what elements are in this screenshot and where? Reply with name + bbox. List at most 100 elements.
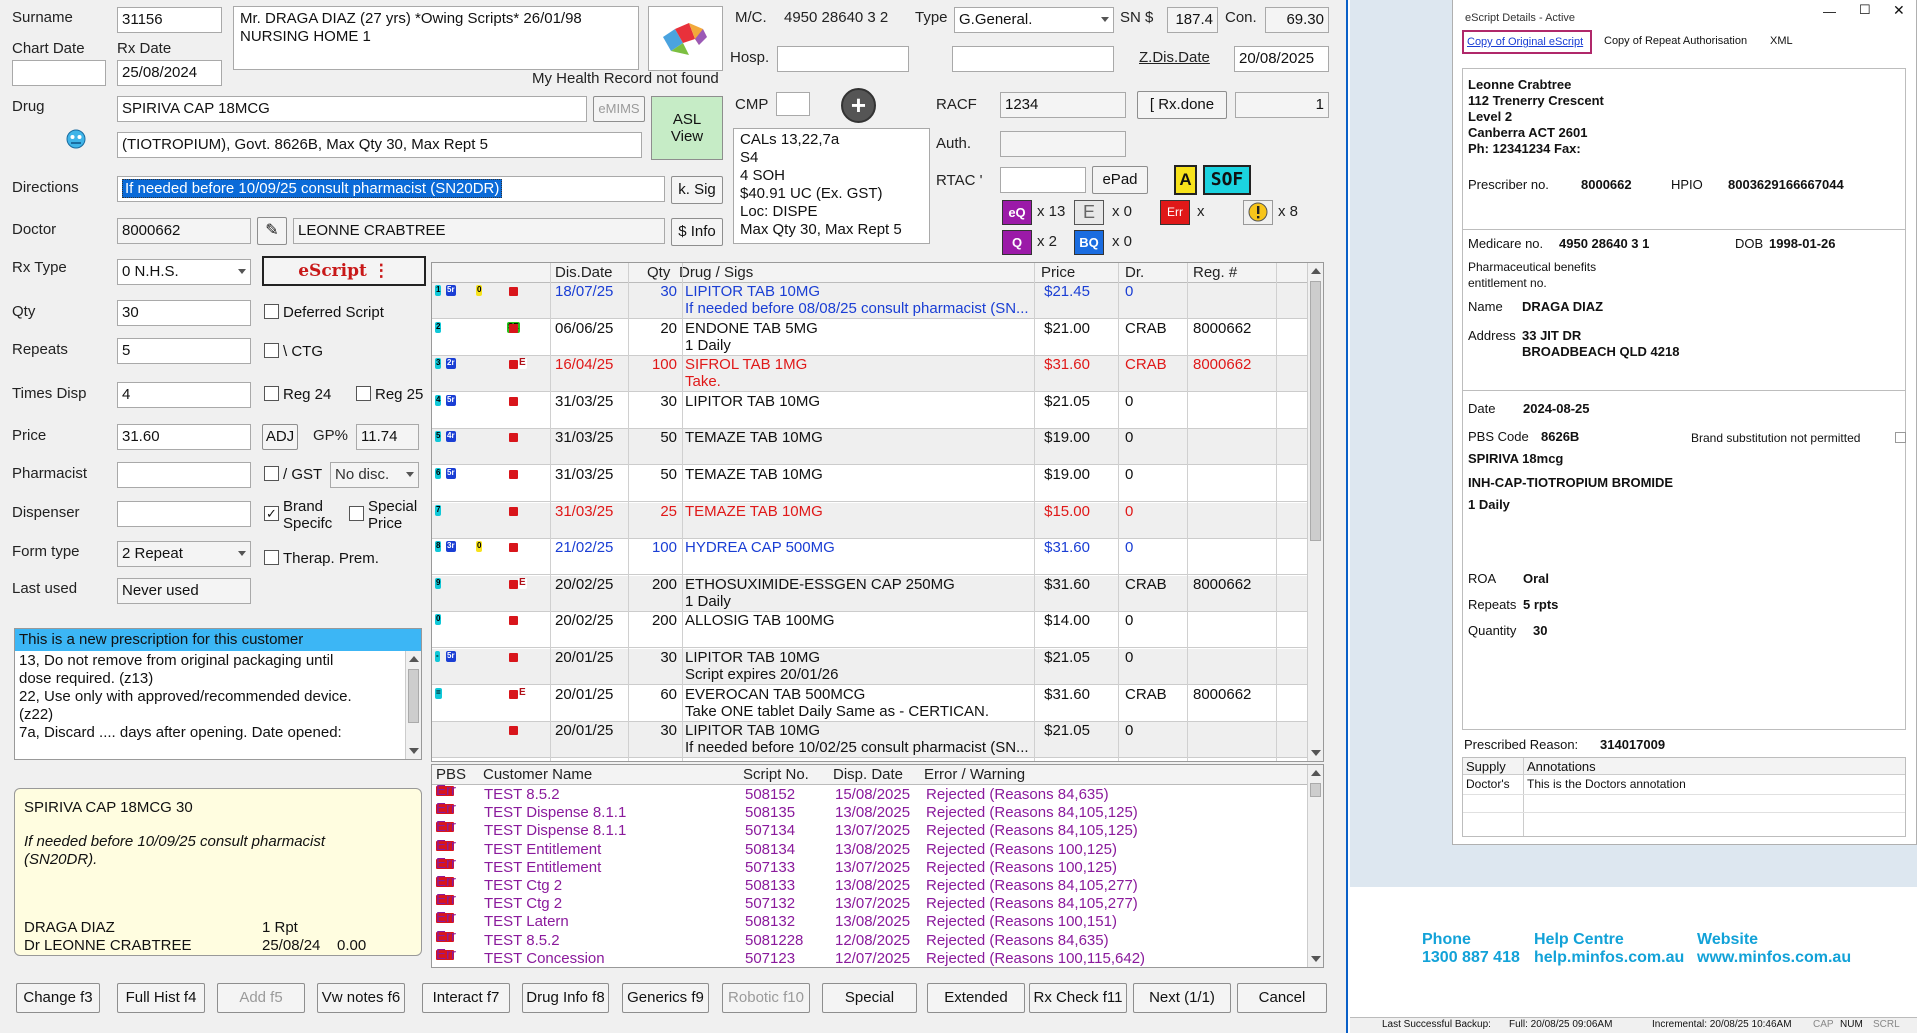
toolbar-button-7[interactable]: Robotic f10 [722, 983, 810, 1013]
cmp-input[interactable] [776, 92, 810, 116]
col-qty[interactable]: Qty [647, 264, 670, 281]
history-row[interactable]: 1 5r 0 18/07/25 30 LIPITOR TAB 10MG If needed … [432, 283, 1312, 319]
therap-prem-checkbox[interactable]: Therap. Prem. [264, 550, 379, 567]
history-scrollbar[interactable] [1307, 263, 1323, 761]
rx-type-select[interactable]: 0 N.H.S. [117, 259, 251, 285]
brand-specific-checkbox[interactable]: ✓ Brand Specifc [264, 498, 332, 532]
history-row[interactable]: 9 E 20/02/25 200 ETHOSUXIMIDE-ESSGEN CAP 250… [432, 575, 1312, 612]
my-health-record-logo[interactable] [648, 6, 723, 71]
notes-scrollbar[interactable] [405, 651, 421, 759]
history-row[interactable]: 8 3r 0 21/02/25 100 HYDREA CAP 500MG $31.60 0 [432, 539, 1312, 576]
history-grid[interactable]: Dis.Date Qty Drug / Sigs Price Dr. Reg. … [431, 262, 1324, 762]
history-row[interactable]: 5 4r 31/03/25 50 TEMAZE TAB 10MG $19.00 0 [432, 429, 1312, 466]
toolbar-button-2[interactable]: Add f5 [217, 983, 305, 1013]
col-reg[interactable]: Reg. # [1193, 264, 1237, 281]
e-badge[interactable]: E [1074, 200, 1104, 225]
error-scrollbar[interactable] [1307, 765, 1323, 967]
pharmacist-input[interactable] [117, 462, 251, 488]
col-price[interactable]: Price [1041, 264, 1075, 281]
error-row[interactable]: Err TEST Dispense 8.1.1 507134 13/07/2025 Re… [432, 819, 1312, 840]
error-row[interactable]: Err TEST 8.5.2 5081228 12/08/2025 Rejected (… [432, 929, 1312, 950]
history-row[interactable]: 3 2r E 16/04/25 100 SIFROL TAB 1MG Take. $31.60… [432, 356, 1312, 393]
tab-xml[interactable]: XML [1770, 35, 1793, 47]
bq-badge[interactable]: BQ [1074, 230, 1104, 255]
toolbar-button-10[interactable]: Rx Check f11 [1029, 983, 1127, 1013]
error-row[interactable]: Err TEST Dispense 8.1.1 508135 13/08/2025 Re… [432, 801, 1312, 822]
form-type-select[interactable]: 2 Repeat [117, 541, 251, 567]
eq-badge[interactable]: eQ [1002, 200, 1032, 225]
history-row[interactable]: 6 5r 31/03/25 50 TEMAZE TAB 10MG $19.00 0 [432, 466, 1312, 502]
type-select[interactable]: G.General. [954, 7, 1114, 33]
sof-badge[interactable]: SOF [1203, 165, 1251, 195]
toolbar-button-11[interactable]: Next (1/1) [1133, 983, 1231, 1013]
website-link[interactable]: www.minfos.com.au [1697, 949, 1851, 967]
robot-icon[interactable] [64, 126, 88, 152]
hosp-input[interactable] [777, 46, 909, 72]
toolbar-button-4[interactable]: Interact f7 [422, 983, 510, 1013]
maximize-icon[interactable]: ☐ [1859, 2, 1871, 18]
ctg-checkbox[interactable]: \ CTG [264, 343, 323, 360]
dispenser-input[interactable] [117, 501, 251, 527]
history-row[interactable]: 20/01/25 30 LIPITOR TAB 10MG If needed befo… [432, 722, 1312, 759]
error-row[interactable]: Err TEST 8.5.2 508152 15/08/2025 Rejected (R… [432, 783, 1312, 804]
col-error[interactable]: Error / Warning [924, 766, 1025, 783]
rtac-input[interactable] [1000, 167, 1086, 193]
q-badge[interactable]: Q [1002, 230, 1032, 255]
add-cmp-button[interactable]: + [841, 88, 876, 123]
error-row[interactable]: Err TEST Latern 508132 13/08/2025 Rejected (… [432, 910, 1312, 931]
adj-button[interactable]: ADJ [262, 424, 298, 450]
history-row[interactable]: -5r 20/01/25 30 LIPITOR TAB 10MG Script expi… [432, 649, 1312, 685]
col-pbs[interactable]: PBS [436, 766, 466, 783]
chart-date-input[interactable] [12, 60, 106, 86]
deferred-script-checkbox[interactable]: Deferred Script [264, 304, 384, 321]
col-script[interactable]: Script No. [743, 766, 809, 783]
toolbar-button-0[interactable]: Change f3 [16, 983, 100, 1013]
reg25-checkbox[interactable]: Reg 25 [356, 386, 423, 403]
error-row[interactable]: Err TEST Entitlement 508134 13/08/2025 Rejec… [432, 838, 1312, 859]
a-badge[interactable]: A [1174, 165, 1197, 195]
toolbar-button-1[interactable]: Full Hist f4 [117, 983, 205, 1013]
history-row[interactable]: 4 5r 31/03/25 30 LIPITOR TAB 10MG $21.05 0 [432, 393, 1312, 429]
qty-input[interactable]: 30 [117, 300, 251, 326]
close-icon[interactable]: ✕ [1893, 2, 1905, 19]
warning-icon[interactable] [1243, 200, 1273, 225]
brand-sub-checkbox[interactable] [1895, 432, 1906, 443]
toolbar-button-9[interactable]: Extended [927, 983, 1025, 1013]
toolbar-button-3[interactable]: Vw notes f6 [317, 983, 405, 1013]
special-price-checkbox[interactable]: Special Price [349, 498, 417, 532]
zdis-date-input[interactable]: 20/08/2025 [1234, 46, 1329, 72]
error-row[interactable]: Err TEST Entitlement 507133 13/07/2025 Rejec… [432, 856, 1312, 877]
reg24-checkbox[interactable]: Reg 24 [264, 386, 331, 403]
col-disp-date[interactable]: Disp. Date [833, 766, 903, 783]
help-link[interactable]: help.minfos.com.au [1534, 949, 1684, 967]
tab-original-escript[interactable]: Copy of Original eScript [1462, 30, 1592, 54]
err-badge[interactable]: Err [1160, 200, 1190, 225]
doctor-code-input[interactable]: 8000662 [117, 218, 251, 244]
toolbar-button-6[interactable]: Generics f9 [622, 983, 709, 1013]
repeats-input[interactable]: 5 [117, 338, 251, 364]
col-customer[interactable]: Customer Name [483, 766, 592, 783]
asl-view-button[interactable]: ASL View [651, 96, 723, 160]
toolbar-button-5[interactable]: Drug Info f8 [522, 983, 609, 1013]
minimize-icon[interactable]: — [1823, 4, 1836, 19]
escript-button[interactable]: eScript ⋮ [262, 256, 426, 286]
history-row[interactable]: 0 20/02/25 200 ALLOSIG TAB 100MG $14.00 0 [432, 612, 1312, 649]
k-sig-button[interactable]: k. Sig [671, 176, 723, 204]
price-input[interactable]: 31.60 [117, 424, 251, 450]
history-row[interactable]: = E 20/01/25 60 EVEROCAN TAB 500MCG Take ONE … [432, 686, 1312, 722]
rx-date-input[interactable]: 25/08/2024 [117, 60, 222, 86]
racf-input[interactable]: 1234 [1000, 92, 1126, 118]
toolbar-button-8[interactable]: Special [822, 983, 917, 1013]
error-row[interactable]: Err TEST Ctg 2 507132 13/07/2025 Rejected (R… [432, 892, 1312, 913]
edit-doctor-button[interactable]: ✎ [257, 217, 287, 245]
gst-checkbox[interactable]: / GST [264, 466, 322, 483]
history-row[interactable]: 7 31/03/25 25 TEMAZE TAB 10MG $15.00 0 [432, 502, 1312, 539]
discount-select[interactable]: No disc. [330, 462, 419, 488]
toolbar-button-12[interactable]: Cancel [1237, 983, 1327, 1013]
rx-done-button[interactable]: [ Rx.done [1137, 91, 1227, 119]
col-drug-sigs[interactable]: Drug / Sigs [679, 264, 753, 281]
times-disp-input[interactable]: 4 [117, 382, 251, 408]
emims-button[interactable]: eMIMS [593, 96, 645, 122]
s-info-button[interactable]: $ Info [671, 218, 723, 246]
surname-input[interactable]: 31156 [117, 7, 222, 33]
